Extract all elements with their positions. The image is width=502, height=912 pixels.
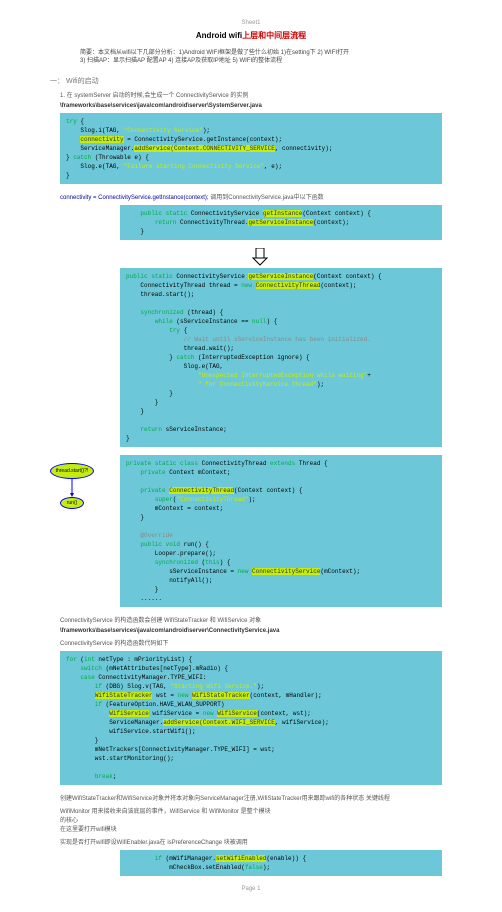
arrow-down-icon bbox=[250, 248, 270, 266]
code-block-5: for (int netType : mPriorityList) { swit… bbox=[60, 651, 442, 785]
subsection-1: 1. 在 systemServer 启动的时候,会生成一个 Connectivi… bbox=[60, 90, 462, 99]
note-6: 实现是否打开wifi即设WifiEnabler.java在 isPreferen… bbox=[60, 837, 442, 846]
code-block-1: try { Slog.i(TAG, "Connectivity Service"… bbox=[60, 113, 442, 184]
code-block-3: public static ConnectivityService getSer… bbox=[120, 268, 442, 447]
note-2: ConnectivityService 的构造函数会创建 WifiStateTr… bbox=[60, 615, 442, 624]
flow-label-run: run() bbox=[60, 497, 84, 509]
note-5: WifiMonitor 用来接收来自该底层的事件，WifiService 和 W… bbox=[60, 806, 442, 833]
flow-label-start: thread.start()?! bbox=[50, 463, 94, 479]
note-4: 创建WifiStateTracker和WifiService对象并将本对象向Se… bbox=[60, 793, 442, 802]
sheet-label: Sheet1 bbox=[40, 20, 462, 26]
page-number: Page 1 bbox=[40, 886, 462, 892]
note-3: ConnectivityService 的构造函数代码如下 bbox=[60, 638, 442, 647]
title-red: 上层和中间层流程 bbox=[242, 31, 306, 40]
page-title: Android wifi上层和中间层流程 bbox=[40, 30, 462, 41]
code-block-4: private static class ConnectivityThread … bbox=[120, 455, 442, 607]
file-path-2: \frameworks\base\services\java\com\andro… bbox=[60, 628, 462, 634]
intro-text: 简要：本文档从wifi以下几部分分析：1)Android WIFI框架是做了些什… bbox=[40, 49, 462, 66]
section-1: 一： Wifi的启动 bbox=[50, 76, 462, 86]
code-block-6: if (mWifiManager.setWifiEnabled(enable))… bbox=[120, 850, 442, 876]
note-1: connectivity = ConnectivityService.getIn… bbox=[60, 192, 442, 201]
file-path-1: \frameworks\base\services\java\com\andro… bbox=[60, 103, 462, 109]
code-block-2: public static ConnectivityService getIns… bbox=[120, 205, 442, 240]
title-prefix: Android wifi bbox=[196, 31, 242, 40]
